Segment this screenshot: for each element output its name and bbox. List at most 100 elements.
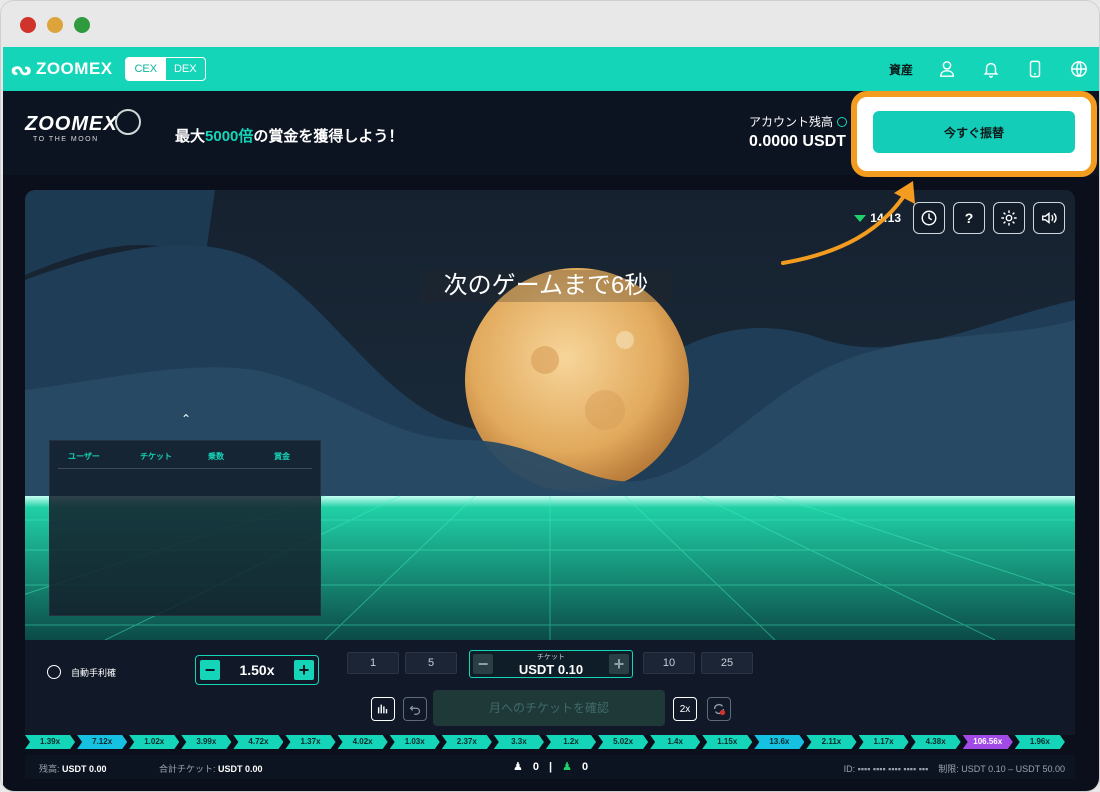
history-chip: 4.72x [233,735,283,749]
toggle-dex[interactable]: DEX [166,58,206,80]
balance-status: 残高: USDT 0.00 [39,762,107,775]
transfer-now-button[interactable]: 今すぐ振替 [873,111,1075,153]
nav-actions: 資産 [889,57,1089,81]
account-balance: アカウント残高 0.0000 USDT [749,113,848,151]
bell-icon[interactable] [981,59,1001,79]
auto-cashout-radio[interactable] [47,665,61,679]
id-label: ID: [843,764,856,774]
chevron-up-icon[interactable]: ⌃ [181,412,191,426]
countdown-text: 次のゲームまで6秒 [421,270,671,302]
history-chip: 1.15x [702,735,752,749]
connection-status: 14:13 [854,211,901,225]
toggle-cex[interactable]: CEX [126,58,166,80]
history-chip: 3.99x [181,735,231,749]
history-button[interactable] [913,202,945,234]
clock-time: 14:13 [870,211,901,225]
minimize-window-button[interactable] [47,17,63,33]
history-chip: 106.56x [963,735,1013,749]
preset-10[interactable]: 10 [643,652,695,674]
players-count: 0 [532,760,539,773]
history-chip: 3.3x [494,735,544,749]
history-chip: 1.02x [129,735,179,749]
minus-icon[interactable]: − [200,660,220,680]
ticket-plus-icon[interactable]: + [609,654,629,674]
game-canvas: 次のゲームまで6秒 14:13 ? ⌃ ユーザー チケット 乗数 賞金 [25,190,1075,640]
preset-5[interactable]: 5 [405,652,457,674]
players-header: ユーザー チケット 乗数 賞金 [58,441,312,469]
status-bar: 残高: USDT 0.00 合計チケット: USDT 0.00 ♟ 0 | ♟ … [25,755,1075,779]
col-prize: 賞金 [274,452,290,461]
cex-dex-toggle: CEX DEX [125,57,206,81]
clock-icon [921,210,937,226]
top-nav: ᔓ ZOOMEX CEX DEX 資産 [3,47,1099,91]
app-window: ᔓ ZOOMEX CEX DEX 資産 ZOOMEX TO THE MOON 最… [3,47,1099,791]
history-chip: 5.02x [598,735,648,749]
nav-assets-link[interactable]: 資産 [889,61,913,78]
plus-icon[interactable]: + [293,660,314,680]
account-label-row: アカウント残高 [749,113,848,130]
stats-button[interactable] [371,697,395,721]
wifi-icon [854,214,867,222]
auto-cashout[interactable]: 自動手利確 [47,665,116,679]
promo-text: 最大5000倍の賞金を獲得しよう！ [175,125,403,146]
tickets-value: USDT 0.00 [218,764,263,774]
confirm-ticket-button[interactable]: 月へのチケットを確認 [433,690,665,726]
tickets-status: 合計チケット: USDT 0.00 [159,762,263,775]
ticket-minus-icon[interactable]: − [473,654,493,674]
history-chip: 1.2x [546,735,596,749]
ticket-display[interactable]: チケット USDT 0.10 [519,652,583,677]
user-icon[interactable] [937,59,957,79]
history-chip: 13.6x [754,735,804,749]
ticket-value: USDT 0.10 [518,661,584,677]
phone-icon[interactable] [1025,59,1045,79]
logo-main: ZOOMEX [25,113,118,135]
history-chip: 2.11x [806,735,856,749]
players-panel: ユーザー チケット 乗数 賞金 [49,440,321,616]
col-multiplier: 乗数 [208,452,224,461]
double-button[interactable]: 2x [673,697,697,721]
bet-controls: 自動手利確 − 1.50x + 1 5 − チケット USDT 0.10 + 1… [25,640,1075,735]
preset-25[interactable]: 25 [701,652,753,674]
close-window-button[interactable] [20,17,36,33]
multiplier-value[interactable]: 1.50x [239,662,274,678]
limit-text: ID: ▪▪▪▪ ▪▪▪▪ ▪▪▪▪ ▪▪▪▪ ▪▪▪ 制限: USDT 0.1… [843,764,1065,774]
divider: | [549,760,553,773]
globe-icon[interactable] [1069,59,1089,79]
auto-repeat-button[interactable] [707,697,731,721]
title-bar [1,1,1099,47]
history-chip: 1.17x [859,735,909,749]
repeat-icon [713,703,726,716]
zoomex-logo-icon: ᔓ [11,58,32,79]
ticket-label: チケット [537,653,565,661]
history-chip: 1.96x [1015,735,1065,749]
undo-button[interactable] [403,697,427,721]
winners-icon: ♟ [562,761,572,773]
help-button[interactable]: ? [953,202,985,234]
info-icon[interactable] [837,116,848,127]
history-chip: 2.37x [442,735,492,749]
brand-name: ZOOMEX [35,59,113,78]
history-chip: 1.39x [25,735,75,749]
balance-label: 残高: [39,764,60,774]
browser-window: ᔓ ZOOMEX CEX DEX 資産 ZOOMEX TO THE MOON 最… [0,0,1100,792]
bet-limit: 制限: USDT 0.10 – USDT 50.00 [938,764,1065,774]
multiplier-history: 1.39x 7.12x 1.02x 3.99x 4.72x 1.37x 4.02x 1.03x… [25,735,1065,749]
game-toolbar: 14:13 ? [854,202,1065,234]
account-value: 0.0000 USDT [749,133,846,150]
preset-1[interactable]: 1 [347,652,399,674]
maximize-window-button[interactable] [74,17,90,33]
gear-icon [1001,210,1017,226]
history-chip: 4.02x [338,735,388,749]
player-counts: ♟ 0 | ♟ 0 [513,760,588,774]
auto-cashout-label: 自動手利確 [71,667,117,678]
promo-suffix: の賞金を獲得しよう！ [253,128,404,145]
promo-highlight: 5000倍 [205,128,254,145]
multiplier-stepper: − 1.50x + [195,655,319,685]
speaker-icon [1041,212,1057,224]
logo-sub: TO THE MOON [33,136,99,143]
undo-icon [409,705,421,715]
rocket-icon [115,109,141,135]
sound-button[interactable] [1033,202,1065,234]
brand-logo[interactable]: ᔓ ZOOMEX [11,58,113,80]
settings-button[interactable] [993,202,1025,234]
